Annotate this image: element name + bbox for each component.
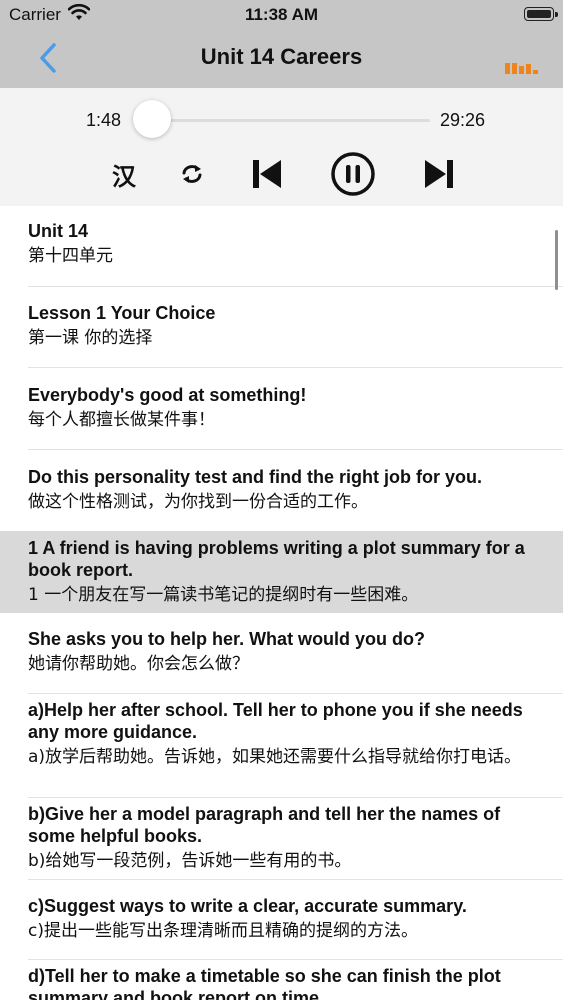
page-title: Unit 14 Careers	[200, 44, 363, 69]
progress-track[interactable]	[134, 119, 430, 122]
english-text: d)Tell her to make a timetable so she ca…	[28, 966, 501, 1000]
english-text: Unit 14	[28, 221, 89, 241]
battery-icon	[524, 7, 558, 21]
divider	[28, 879, 563, 880]
chinese-text: c)提出一些能写出条理清晰而且精确的提纲的方法。	[28, 921, 418, 941]
lesson-text-list[interactable]: Unit 14 第十四单元 Lesson 1 Your Choice 第一课 你…	[0, 206, 563, 1000]
divider	[28, 959, 563, 960]
divider	[28, 286, 563, 287]
english-text: Do this personality test and find the ri…	[28, 467, 483, 487]
pause-button[interactable]	[330, 151, 376, 197]
chinese-text: a)放学后帮助她。告诉她，如果她还需要什么指导就给你打电话。	[28, 747, 522, 767]
list-item[interactable]: Lesson 1 Your Choice 第一课 你的选择	[0, 302, 563, 349]
previous-button[interactable]	[249, 156, 285, 192]
chinese-text: 她请你帮助她。你会怎么做？	[28, 654, 249, 674]
repeat-icon	[182, 165, 202, 183]
divider	[28, 797, 563, 798]
chinese-text: 每个人都擅长做某件事！	[28, 410, 215, 430]
chinese-text: 第一课 你的选择	[28, 328, 153, 348]
next-button[interactable]	[421, 156, 457, 192]
divider	[28, 449, 563, 450]
english-text: Everybody's good at something!	[28, 385, 307, 405]
list-item[interactable]: a)Help her after school. Tell her to pho…	[0, 699, 563, 768]
total-time: 29:26	[440, 110, 486, 130]
skip-back-icon	[253, 160, 281, 188]
chinese-text: b)给她写一段范例，告诉她一些有用的书。	[28, 851, 352, 871]
chinese-text: 做这个性格测试，为你找到一份合适的工作。	[28, 492, 368, 512]
english-text: b)Give her a model paragraph and tell he…	[28, 804, 501, 846]
navigation-bar: Unit 14 Careers	[0, 30, 563, 88]
progress-thumb[interactable]	[133, 100, 172, 138]
list-item-selected[interactable]: 1 A friend is having problems writing a …	[0, 531, 563, 613]
english-text: c)Suggest ways to write a clear, accurat…	[28, 896, 467, 916]
list-item[interactable]: Do this personality test and find the ri…	[0, 466, 563, 513]
bars-icon[interactable]	[505, 62, 538, 74]
english-text: Lesson 1 Your Choice	[28, 303, 216, 323]
list-item[interactable]: Everybody's good at something! 每个人都擅长做某件…	[0, 384, 563, 431]
pause-icon	[331, 152, 375, 196]
list-item[interactable]: c)Suggest ways to write a clear, accurat…	[0, 895, 563, 942]
chinese-text: 第十四单元	[28, 246, 113, 266]
divider	[28, 693, 563, 694]
list-item[interactable]: d)Tell her to make a timetable so she ca…	[0, 965, 563, 1000]
english-text: 1 A friend is having problems writing a …	[28, 538, 525, 580]
list-item[interactable]: b)Give her a model paragraph and tell he…	[0, 803, 563, 872]
list-item[interactable]: She asks you to help her. What would you…	[0, 628, 563, 675]
translation-toggle-button[interactable]: 汉	[106, 156, 142, 192]
english-text: a)Help her after school. Tell her to pho…	[28, 700, 523, 742]
status-bar: Carrier 11:38 AM	[0, 0, 563, 30]
current-time: 1:48	[86, 110, 122, 130]
clock: 11:38 AM	[244, 5, 319, 24]
scroll-indicator[interactable]	[555, 230, 558, 290]
skip-forward-icon	[425, 160, 453, 188]
divider	[28, 367, 563, 368]
list-item[interactable]: Unit 14 第十四单元	[0, 220, 563, 267]
chinese-text: 1 一个朋友在写一篇读书笔记的提纲时有一些困难。	[28, 585, 419, 605]
english-text: She asks you to help her. What would you…	[28, 629, 426, 649]
audio-player: 1:48 29:26 汉	[0, 88, 563, 206]
repeat-button[interactable]	[174, 156, 210, 192]
